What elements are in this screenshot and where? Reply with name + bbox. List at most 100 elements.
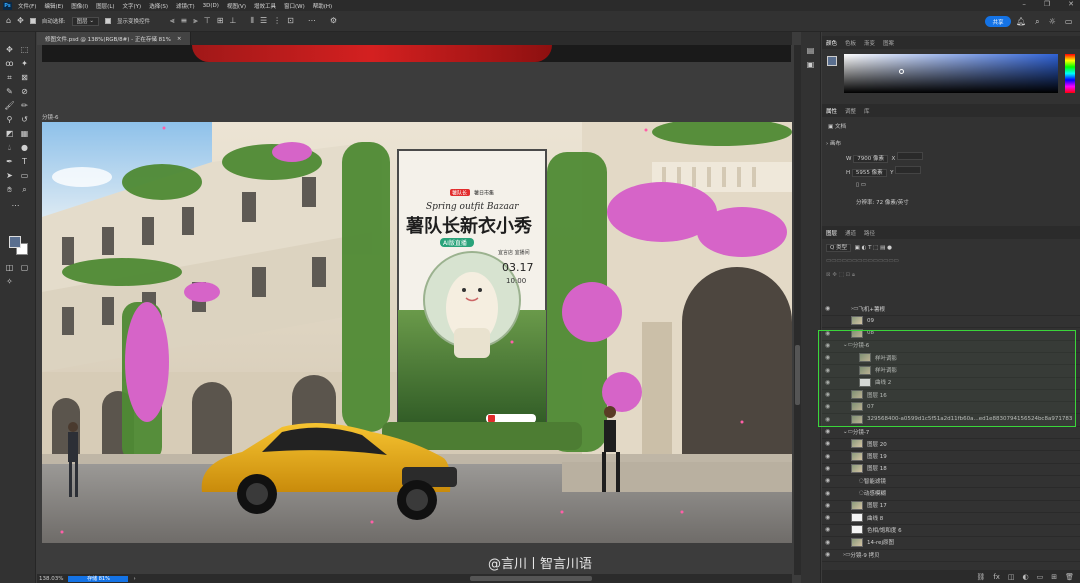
history-brush-icon[interactable]: ↺ — [18, 114, 31, 125]
pen-tool-icon[interactable]: ✒ — [3, 156, 16, 167]
menu-view[interactable]: 视图(V) — [227, 2, 246, 10]
rectangle-tool-icon[interactable]: ▭ — [18, 170, 31, 181]
search-icon[interactable]: ⌕ — [1035, 17, 1039, 27]
canvas-section[interactable]: › 画布 — [826, 139, 841, 147]
foreground-color-swatch[interactable] — [9, 236, 21, 248]
close-window-button[interactable]: ✕ — [1068, 0, 1074, 8]
hue-slider[interactable] — [1065, 54, 1075, 93]
generative-icon[interactable]: ✧ — [3, 276, 16, 287]
x-field[interactable] — [896, 152, 923, 160]
canvas-image[interactable]: 薯队长 薯日市集 Spring outfit Bazaar 薯队长新衣小秀 AI… — [42, 122, 792, 543]
more-options-icon[interactable]: ⋯ — [308, 17, 316, 25]
type-tool-icon[interactable]: T — [18, 156, 31, 167]
eye-visibility-icon[interactable]: ◉ — [825, 477, 835, 484]
more-tools-icon[interactable]: ⋯ — [9, 200, 22, 211]
align-middle-icon[interactable]: ⊞ — [217, 17, 224, 25]
distribute-space-icon[interactable]: ⊡ — [287, 17, 294, 25]
tab-gradients[interactable]: 渐变 — [864, 39, 875, 47]
dodge-tool-icon[interactable]: ● — [18, 142, 31, 153]
tab-libraries[interactable]: 库 — [864, 107, 870, 115]
lasso-tool-icon[interactable]: ꝏ — [3, 58, 16, 69]
eye-visibility-icon[interactable]: ◉ — [825, 305, 835, 312]
eye-visibility-icon[interactable]: ◉ — [825, 490, 835, 497]
zoom-level[interactable]: 138.03% — [39, 576, 63, 582]
layer-filter-dropdown[interactable]: Q 类型 — [826, 244, 852, 252]
document-tab[interactable]: 修图文件.psd @ 138%(RGB/8#) - 正在存储 81% × — [37, 32, 191, 45]
horizontal-scrollbar[interactable] — [470, 576, 592, 581]
transform-controls-checkbox[interactable] — [105, 18, 112, 24]
pencil-tool-icon[interactable]: ✏︎ — [18, 100, 31, 111]
tab-color[interactable]: 颜色 — [826, 39, 837, 47]
folder-icon[interactable]: ▭ — [1037, 573, 1044, 581]
mask-icon[interactable]: ◫ — [1008, 573, 1015, 581]
menu-filter[interactable]: 滤镜(T) — [176, 2, 195, 10]
quick-mask-icon[interactable]: ◫ — [3, 262, 16, 273]
menu-window[interactable]: 窗口(W) — [284, 2, 305, 10]
new-layer-icon[interactable]: ⊞ — [1051, 573, 1057, 581]
brush-tool-icon[interactable]: 🖌︎ — [3, 100, 16, 111]
gear-icon[interactable]: ⚙ — [330, 17, 337, 25]
link-layers-icon[interactable]: ⛓ — [976, 573, 985, 581]
eye-visibility-icon[interactable]: ◉ — [825, 539, 835, 546]
marquee-tool-icon[interactable]: ⬚ — [18, 44, 31, 55]
menu-image[interactable]: 图像(I) — [71, 2, 88, 10]
distribute-h-icon[interactable]: ⋮ — [273, 17, 281, 25]
eye-visibility-icon[interactable]: ◉ — [825, 502, 835, 509]
workspace-icon[interactable]: ▭ — [1065, 17, 1073, 27]
blend-mode-row[interactable]: ▭▭▭▭▭▭▭▭▭▭▭▭▭▭ — [826, 258, 899, 264]
tab-patterns[interactable]: 图案 — [883, 39, 894, 47]
auto-select-checkbox[interactable] — [29, 18, 36, 24]
align-right-icon[interactable]: ⫸ — [193, 17, 198, 25]
align-bottom-icon[interactable]: ⊥ — [229, 17, 236, 25]
menu-plugins[interactable]: 增效工具 — [254, 2, 276, 10]
menu-help[interactable]: 帮助(H) — [313, 2, 332, 10]
screen-mode-icon[interactable]: ▢ — [18, 262, 31, 273]
vertical-scrollbar[interactable] — [794, 45, 801, 575]
adjustment-icon[interactable]: ◐ — [1023, 573, 1029, 581]
trash-icon[interactable]: 🗑︎ — [1065, 573, 1074, 581]
magic-wand-icon[interactable]: ✦ — [18, 58, 31, 69]
eye-visibility-icon[interactable]: ◉ — [825, 465, 835, 472]
distribute-v-icon[interactable]: ☰ — [260, 17, 267, 25]
maximize-button[interactable]: ❐ — [1044, 0, 1050, 8]
menu-type[interactable]: 文字(Y) — [123, 2, 142, 10]
share-button[interactable]: 共享 — [985, 16, 1011, 27]
color-picker-field[interactable] — [844, 54, 1058, 93]
auto-select-dropdown[interactable]: 图层 ⌄ — [71, 16, 100, 26]
ruler-icon[interactable]: ⊘ — [18, 86, 31, 97]
blur-tool-icon[interactable]: 💧︎ — [3, 142, 16, 153]
lock-row[interactable]: ⊠ ✥ ⬚ ⊡ 🔒︎ — [826, 272, 855, 279]
layer-group-row[interactable]: ◉ › ▭ 分镜-9 拷贝 — [822, 548, 1080, 562]
eye-visibility-icon[interactable]: ◉ — [825, 551, 835, 558]
comments-panel-icon[interactable]: ▣ — [804, 59, 817, 70]
bell-icon[interactable]: 🔔︎ — [1016, 17, 1026, 27]
tab-paths[interactable]: 路径 — [864, 229, 875, 237]
gradient-icon[interactable]: ▦ — [18, 128, 31, 139]
zoom-tool-icon[interactable]: ⌕ — [18, 184, 31, 195]
y-field[interactable] — [895, 166, 922, 174]
color-swatch-preview[interactable] — [827, 56, 837, 66]
tab-adjustments[interactable]: 调整 — [845, 107, 856, 115]
path-select-icon[interactable]: ➤ — [3, 170, 16, 181]
width-field[interactable]: 7900 像素 — [853, 155, 888, 163]
home-icon[interactable]: ⌂ — [6, 17, 11, 25]
distribute-icon[interactable]: ⦀ — [250, 17, 254, 25]
move-tool-icon[interactable]: ✥ — [17, 17, 24, 25]
eye-visibility-icon[interactable]: ◉ — [825, 514, 835, 521]
hand-tool-icon[interactable]: ✋︎ — [3, 184, 16, 195]
menu-3d[interactable]: 3D(D) — [203, 3, 219, 9]
minimize-button[interactable]: – — [1022, 0, 1026, 8]
menu-file[interactable]: 文件(F) — [18, 2, 36, 10]
align-left-icon[interactable]: ⫷ — [170, 17, 175, 25]
move-tool-icon[interactable]: ✥ — [3, 44, 16, 55]
frame-tool-icon[interactable]: ⊠ — [18, 72, 31, 83]
artboard-label[interactable]: 分镜-6 — [42, 113, 58, 121]
align-top-icon[interactable]: ⊤ — [204, 17, 211, 25]
menu-select[interactable]: 选择(S) — [149, 2, 168, 10]
eye-visibility-icon[interactable]: ◉ — [825, 428, 835, 435]
eraser-icon[interactable]: ◩ — [3, 128, 16, 139]
tab-channels[interactable]: 通道 — [845, 229, 856, 237]
menu-layer[interactable]: 图层(L) — [96, 2, 114, 10]
orientation-icons[interactable]: ▯ ▭ — [856, 182, 866, 188]
crop-tool-icon[interactable]: ⌗ — [3, 72, 16, 83]
